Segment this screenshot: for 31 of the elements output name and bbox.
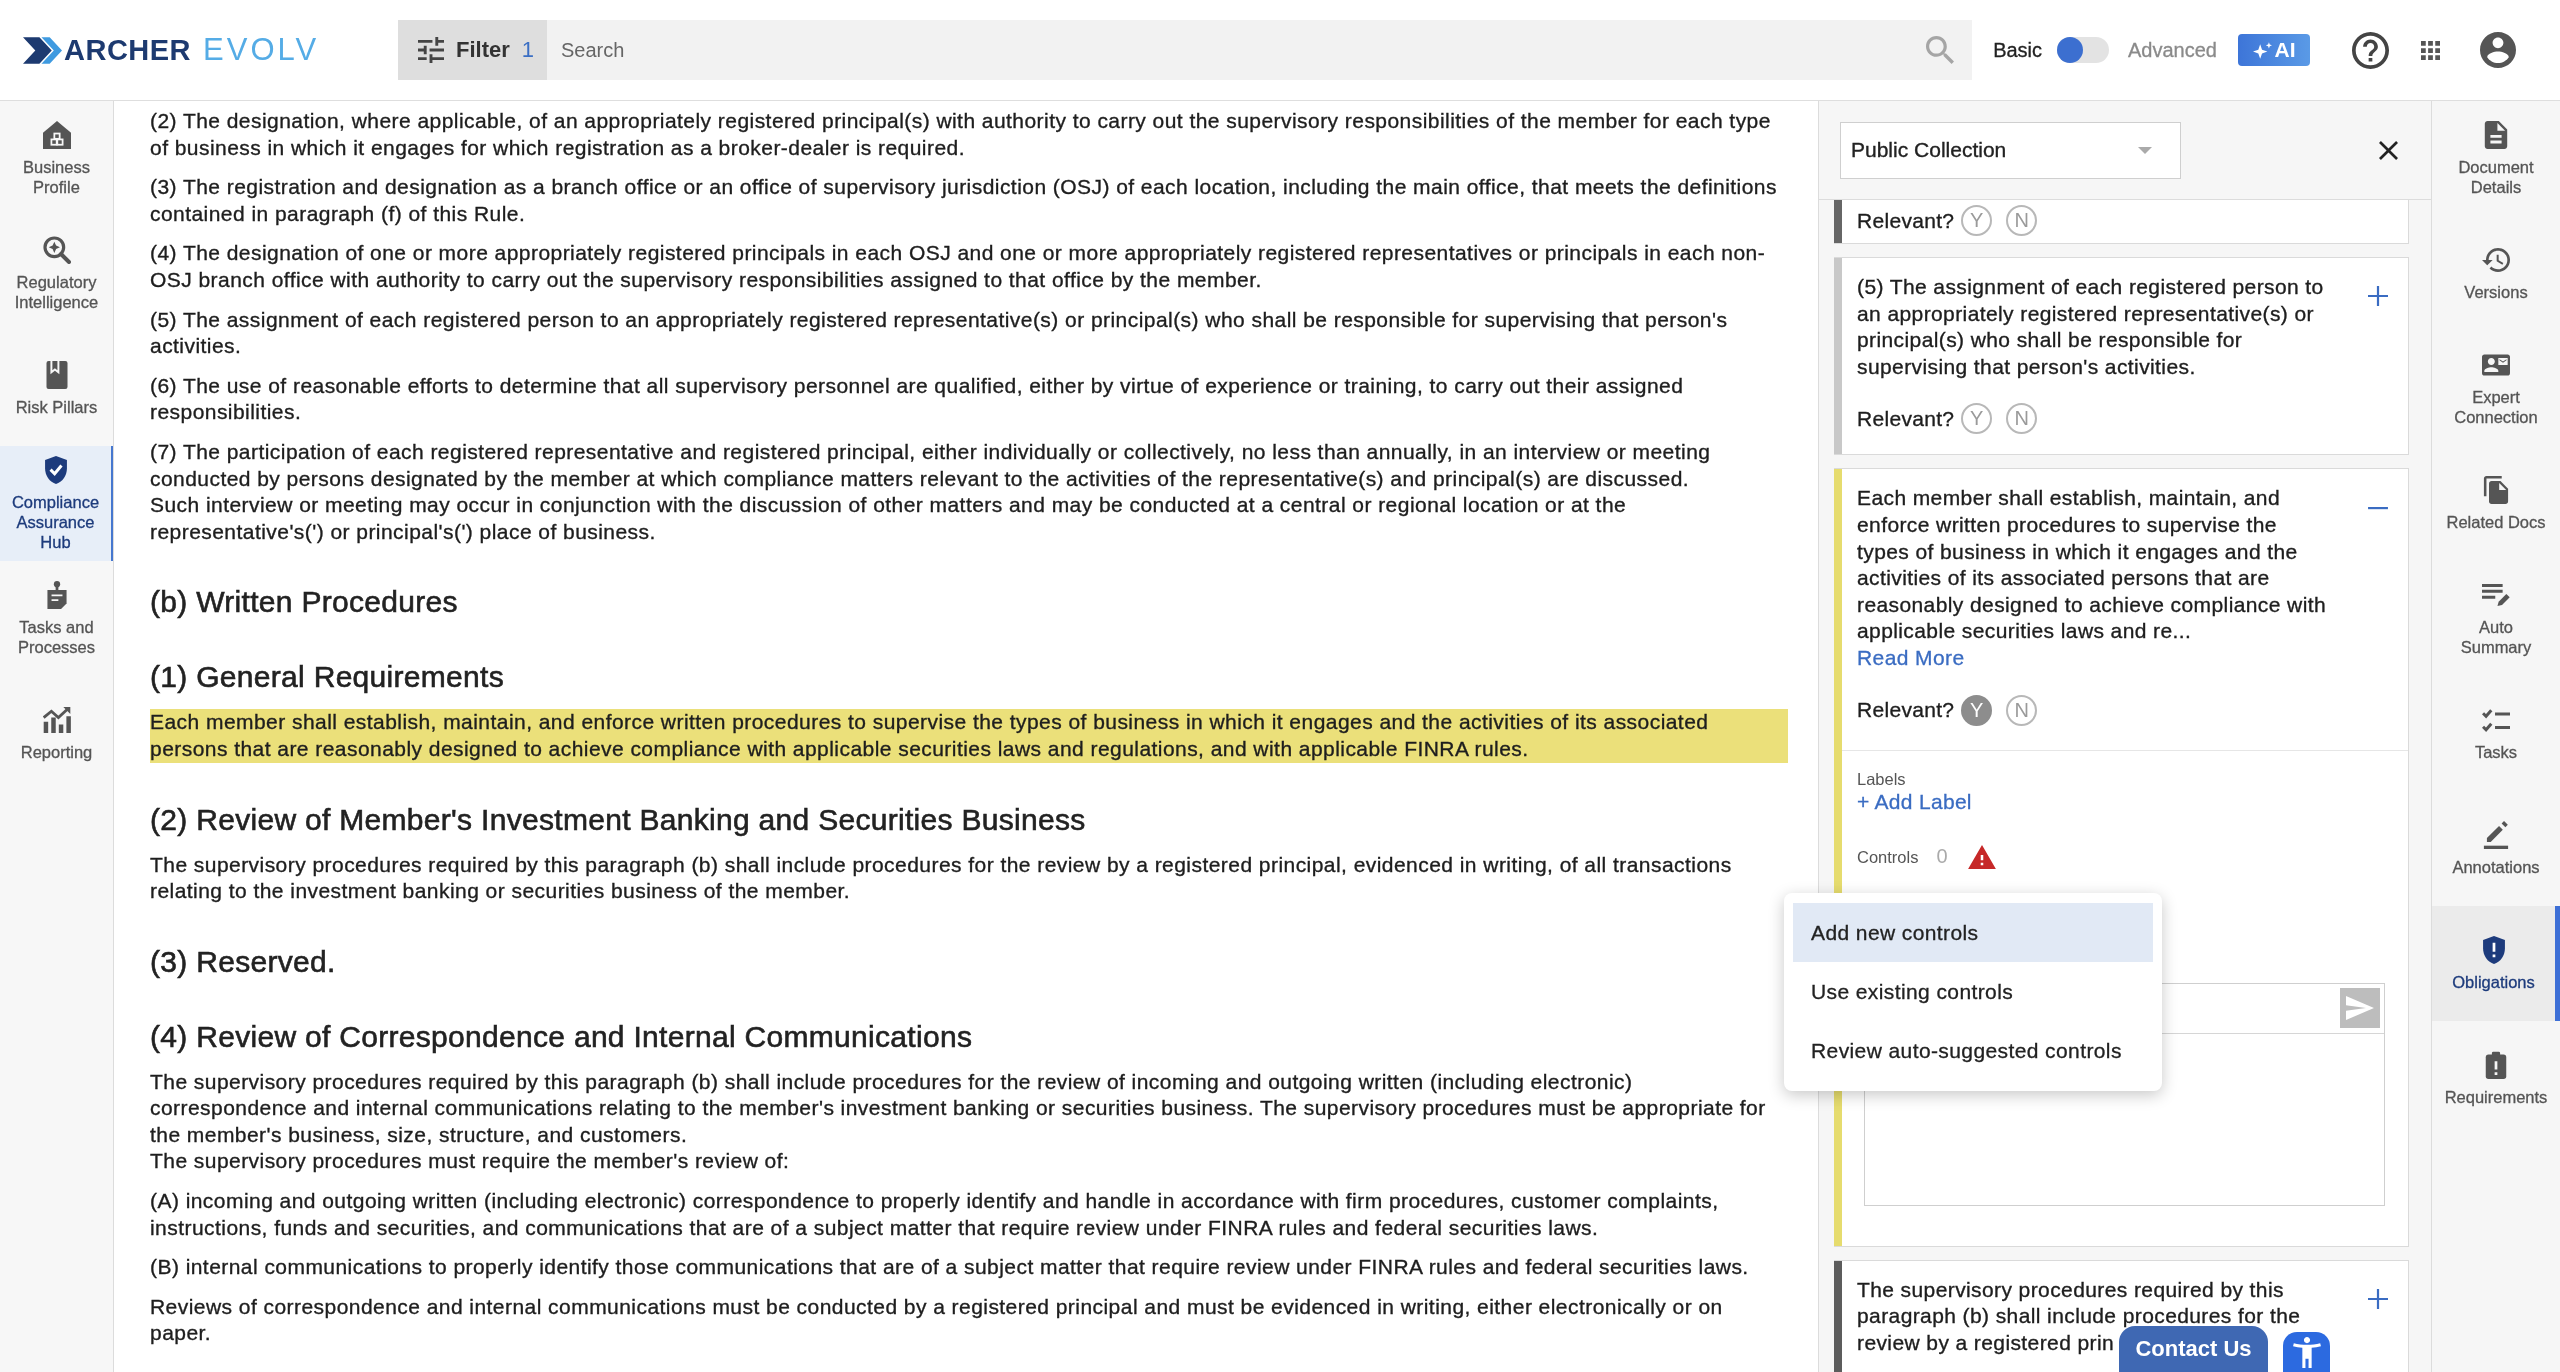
section-heading: (1) General Requirements xyxy=(150,659,505,696)
mode-label: Advanced xyxy=(2128,38,2217,62)
section-heading: (3) Reserved. xyxy=(150,943,336,980)
relevant-label: Relevant? xyxy=(1857,208,1955,233)
paragraph-text: (3) The registration and designation as a branch office or an office of supervisory jurisdiction (OSJ) of each location, including the main office, that meets the definitions contained in paragraph (f) of this Rule. xyxy=(150,174,1778,227)
paragraph-text: (5) The assignment of each registered person to an appropriately registered representative(s) or principal(s) who shall be responsible for supervising that person's activities. xyxy=(150,306,1729,360)
brand-name: ARCHER xyxy=(64,33,192,67)
section-heading: (2) Review of Member's Investment Banking and Securities Business xyxy=(150,801,1086,838)
paragraph-text: The supervisory procedures required by this paragraph (b) shall include procedures for the review of incoming and outgoing written (including electronic) correspondence and internal communications relating to the member's investment banking or securities business. The supervisory procedures must be appropriate for the member's business, size, structure, and customers. The supervisory procedures must require the member's review of: xyxy=(150,1068,1767,1175)
relevant-label: Relevant? xyxy=(1857,406,1955,431)
relevant-label: Relevant? xyxy=(1857,698,1955,723)
card-text: review by a registered prin xyxy=(1857,1329,2115,1356)
section-heading: (b) Written Procedures xyxy=(150,584,458,621)
section-label: Labels xyxy=(1857,768,1906,789)
paragraph-text: (B) internal communications to properly identify those communications that are of a subject matter that require review under FINRA rules and federal securities laws. xyxy=(150,1254,1750,1281)
paragraph-text: Reviews of correspondence and internal communications must be conducted by a registered principal and must be evidenced in writing, either electronically or on paper. xyxy=(150,1293,1724,1347)
paragraph-text: (A) incoming and outgoing written (including electronic) correspondence to properly identify and handle in accordance with firm procedures, customer complaints, instructions, funds and securities, and communications that are of a subject matter that require review under FINRA rules and federal securities laws. xyxy=(150,1188,1720,1241)
product-name: EVOLV xyxy=(203,32,320,68)
mode-label: Basic xyxy=(1993,38,2043,62)
card-text: (5) The assignment of each registered person to an appropriately registered representative(s) or principal(s) who shall be responsible for supervising that person's activities. xyxy=(1857,274,2325,380)
card-text: Each member shall establish, maintain, and enforce written procedures to supervise the types of business in which it engages and the activities of its associated persons that are reasonably designed to achieve compliance with applicable securities laws and re... xyxy=(1857,485,2327,645)
filter-count: 1 xyxy=(521,37,535,63)
controls-count: 0 xyxy=(1936,845,1948,869)
paragraph-text: (4) The designation of one or more appropriately registered principals in each OSJ and one or more appropriately registered representatives or principals in each non-OSJ branch office with authority to carry out the supervisory responsibilities assigned to that office by the member. xyxy=(150,240,1767,293)
section-heading: (4) Review of Correspondence and Internal Communications xyxy=(150,1018,973,1055)
paragraph-text: (6) The use of reasonable efforts to determine that all supervisory personnel are qualified, either by virtue of experience or training, to carry out their assigned responsibilities. xyxy=(150,372,1685,426)
paragraph-text: (2) The designation, where applicable, of an appropriately registered principal(s) with authority to carry out the supervisory responsibilities of the member for each type of business in which it engages for which registration as a broker-dealer is required. xyxy=(150,108,1772,161)
paragraph-text: (7) The participation of each registered representative and registered principal, either individually or collectively, no less than annually, in an interview or meeting conducted by persons designated by the member at which compliance matters relevant to the activities of the representative(s) and principal(s) are discussed. Such interview or meeting may occur in conjunction with the discussion of other matters and may be conducted at a central or regional location or at the representative's(') or principal's(') place of business. xyxy=(150,438,1712,545)
highlighted-text: Each member shall establish, maintain, and enforce written procedures to supervise the types of business in which it engages and the activities of its associated persons that are reasonably designed to achieve compliance with applicable securities laws and regulations, and with applicable FINRA rules. xyxy=(150,709,1788,763)
paragraph-text: The supervisory procedures required by this paragraph (b) shall include procedures for the review by a registered principal, evidenced in writing, of all transactions relating to the investment banking or securities business of the member. xyxy=(150,851,1733,905)
controls-label: Controls xyxy=(1857,846,1919,867)
